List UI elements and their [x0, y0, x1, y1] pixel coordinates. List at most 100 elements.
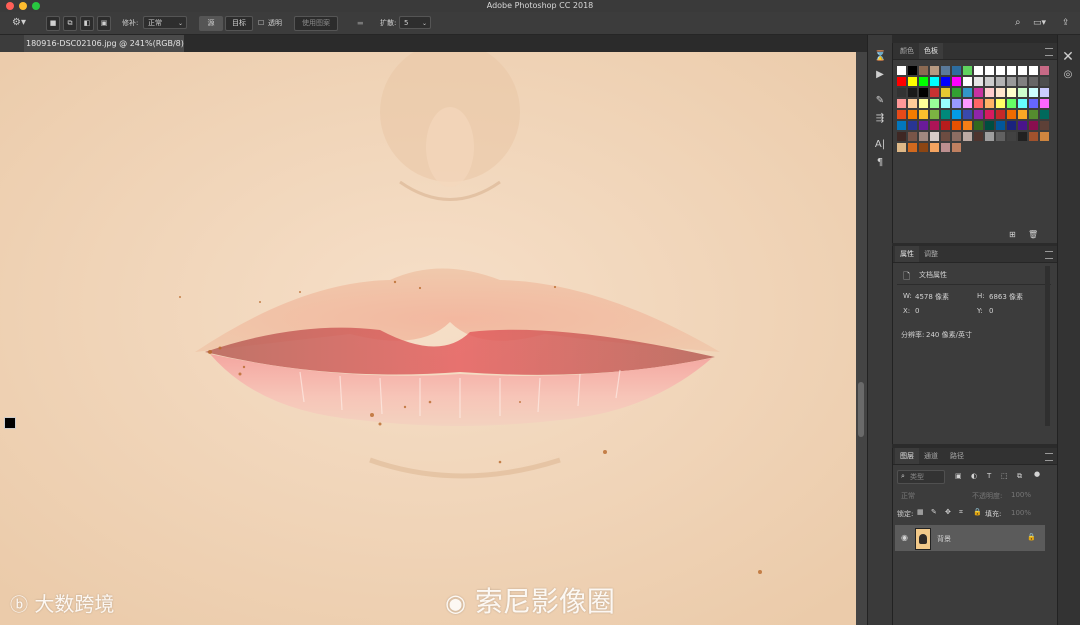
- color-swatch[interactable]: [1018, 110, 1027, 119]
- color-swatch[interactable]: [1029, 121, 1038, 130]
- color-swatch[interactable]: [930, 88, 939, 97]
- x-value[interactable]: 0: [915, 307, 919, 315]
- color-swatch[interactable]: [1029, 77, 1038, 86]
- target-button[interactable]: 目标: [225, 16, 253, 31]
- pattern-picker-icon[interactable]: ▬: [357, 17, 364, 29]
- color-swatch[interactable]: [908, 88, 917, 97]
- color-swatch[interactable]: [963, 66, 972, 75]
- height-value[interactable]: 6863 像素: [989, 292, 1023, 302]
- color-swatch[interactable]: [1040, 132, 1049, 141]
- lock-transparent-icon[interactable]: ▦: [917, 508, 924, 516]
- color-swatch[interactable]: [930, 121, 939, 130]
- document-tab[interactable]: 180916-DSC02106.jpg @ 241%(RGB/8) *: [24, 35, 184, 65]
- tab-properties[interactable]: 属性: [895, 246, 919, 262]
- close-icon[interactable]: ✕: [1062, 50, 1074, 64]
- libraries-icon[interactable]: ◎: [1062, 69, 1074, 81]
- color-swatch[interactable]: [1029, 132, 1038, 141]
- diffusion-select[interactable]: 5 ⌄: [399, 16, 431, 29]
- mode-select[interactable]: 正常 ⌄: [143, 16, 187, 29]
- color-swatch[interactable]: [1007, 88, 1016, 97]
- tab-color[interactable]: 颜色: [895, 43, 919, 59]
- panel-menu-icon[interactable]: [1045, 48, 1053, 56]
- color-swatch[interactable]: [1040, 77, 1049, 86]
- color-swatch[interactable]: [908, 66, 917, 75]
- color-swatch[interactable]: [1018, 88, 1027, 97]
- layer-row[interactable]: ◉ 背景 🔒: [895, 525, 1045, 551]
- color-swatch[interactable]: [919, 99, 928, 108]
- color-swatch[interactable]: [897, 77, 906, 86]
- color-swatch[interactable]: [897, 110, 906, 119]
- tab-paths[interactable]: 路径: [945, 448, 969, 464]
- color-swatch[interactable]: [974, 66, 983, 75]
- color-swatch[interactable]: [1018, 121, 1027, 130]
- color-swatch[interactable]: [930, 132, 939, 141]
- properties-scrollbar[interactable]: [1045, 266, 1050, 426]
- filter-pixel-icon[interactable]: ▣: [955, 472, 962, 480]
- color-swatch[interactable]: [1007, 99, 1016, 108]
- transparent-checkbox[interactable]: ☐: [258, 17, 264, 29]
- color-swatch[interactable]: [1018, 66, 1027, 75]
- source-button[interactable]: 源: [199, 16, 223, 31]
- color-swatch[interactable]: [1018, 77, 1027, 86]
- tab-adjustments[interactable]: 调整: [919, 246, 943, 262]
- new-selection-icon[interactable]: ■: [46, 16, 60, 31]
- color-swatch[interactable]: [952, 77, 961, 86]
- color-swatch[interactable]: [996, 66, 1005, 75]
- color-swatch[interactable]: [897, 66, 906, 75]
- color-swatch[interactable]: [941, 66, 950, 75]
- color-swatch[interactable]: [1040, 88, 1049, 97]
- color-swatch[interactable]: [996, 99, 1005, 108]
- color-swatch[interactable]: [930, 66, 939, 75]
- color-swatch[interactable]: [974, 88, 983, 97]
- color-swatch[interactable]: [897, 88, 906, 97]
- color-swatch[interactable]: [985, 121, 994, 130]
- color-swatch[interactable]: [996, 88, 1005, 97]
- color-swatch[interactable]: [1029, 99, 1038, 108]
- vertical-scrollbar[interactable]: [856, 52, 867, 625]
- color-swatch[interactable]: [985, 88, 994, 97]
- panel-menu-icon[interactable]: [1045, 251, 1053, 259]
- color-swatch[interactable]: [908, 99, 917, 108]
- color-swatch[interactable]: [919, 121, 928, 130]
- color-swatch[interactable]: [985, 132, 994, 141]
- color-swatch[interactable]: [941, 77, 950, 86]
- blend-mode-select[interactable]: 正常: [901, 491, 915, 501]
- opacity-value[interactable]: 100%: [1011, 491, 1031, 499]
- color-swatch[interactable]: [908, 77, 917, 86]
- scrollbar-thumb[interactable]: [858, 382, 864, 437]
- color-swatch[interactable]: [963, 77, 972, 86]
- color-swatch[interactable]: [952, 121, 961, 130]
- color-swatch[interactable]: [952, 99, 961, 108]
- lock-artboard-icon[interactable]: ⌗: [959, 508, 963, 517]
- tab-swatches[interactable]: 色板: [919, 43, 943, 59]
- filter-smart-icon[interactable]: ⧉: [1017, 472, 1022, 481]
- tool-preset-icon[interactable]: ⚙▾: [12, 17, 26, 29]
- color-swatch[interactable]: [996, 77, 1005, 86]
- color-swatch[interactable]: [963, 132, 972, 141]
- color-swatch[interactable]: [908, 132, 917, 141]
- layer-filter-select[interactable]: ⌕ 类型: [897, 470, 945, 484]
- share-icon[interactable]: ⇪: [1062, 17, 1070, 29]
- color-swatch[interactable]: [1018, 99, 1027, 108]
- color-swatch[interactable]: [963, 99, 972, 108]
- color-swatch[interactable]: [930, 77, 939, 86]
- color-swatch[interactable]: [1040, 99, 1049, 108]
- color-swatch[interactable]: [919, 143, 928, 152]
- color-swatch[interactable]: [952, 132, 961, 141]
- color-swatch[interactable]: [919, 77, 928, 86]
- filter-toggle-icon[interactable]: ●: [1034, 470, 1040, 478]
- search-icon[interactable]: ⌕: [1015, 17, 1021, 29]
- color-swatch[interactable]: [985, 77, 994, 86]
- visibility-eye-icon[interactable]: ◉: [901, 533, 908, 542]
- color-swatch[interactable]: [897, 143, 906, 152]
- tab-layers[interactable]: 图层: [895, 448, 919, 464]
- color-swatch[interactable]: [1029, 66, 1038, 75]
- color-swatch[interactable]: [1007, 132, 1016, 141]
- filter-shape-icon[interactable]: ⬚: [1001, 472, 1008, 480]
- color-swatch[interactable]: [919, 132, 928, 141]
- delete-swatch-icon[interactable]: 🗑: [1028, 230, 1038, 239]
- color-swatch[interactable]: [1040, 66, 1049, 75]
- paragraph-icon[interactable]: ¶: [874, 157, 886, 169]
- actions-play-icon[interactable]: ▶: [874, 69, 886, 81]
- color-swatch[interactable]: [985, 66, 994, 75]
